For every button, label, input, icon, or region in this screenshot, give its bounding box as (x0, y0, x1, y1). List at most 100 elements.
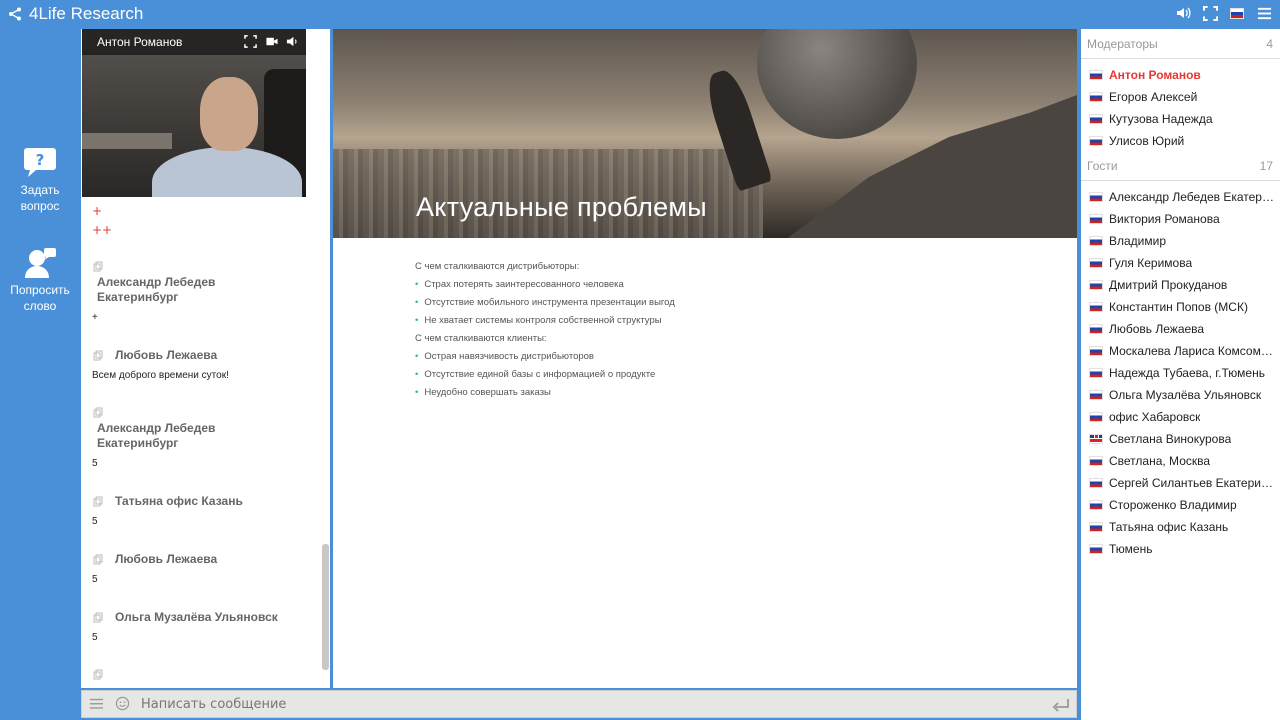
request-speech-label: Попросить слово (10, 283, 70, 313)
participant-item[interactable]: Кутузова Надежда (1089, 112, 1275, 126)
video-fullscreen-icon[interactable] (244, 35, 258, 49)
top-bar: 4Life Research (0, 0, 1280, 28)
presentation-slide: Актуальные проблемы С чем сталкиваются д… (333, 29, 1077, 688)
flag-ru-icon (1089, 544, 1103, 554)
volume-icon[interactable] (1175, 5, 1191, 21)
slide-title: Актуальные проблемы (416, 192, 708, 222)
send-enter-icon[interactable] (1052, 697, 1070, 713)
question-bubble-icon: ? (24, 148, 56, 177)
participant-item[interactable]: Гуля Керимова (1089, 256, 1275, 270)
message-composer (81, 690, 1077, 718)
guests-count: 17 (1259, 159, 1273, 173)
copy-icon[interactable] (93, 554, 104, 565)
speaker-person-icon (25, 248, 56, 278)
flag-ru-icon (1089, 280, 1103, 290)
participant-item[interactable]: Константин Попов (МСК) (1089, 300, 1275, 314)
flag-ru-icon (1089, 500, 1103, 510)
participant-item[interactable]: Александр Лебедев Екатеринбург (1089, 190, 1275, 204)
chat-message-text: 5 (92, 574, 98, 585)
language-flag-icon[interactable] (1229, 5, 1245, 21)
flag-ru-icon (1089, 258, 1103, 268)
flag-gb-icon (1089, 434, 1103, 444)
chat-message-author: Любовь Лежаева (115, 348, 218, 362)
flag-ru-icon (1089, 92, 1103, 102)
participant-item[interactable]: Улисов Юрий (1089, 134, 1275, 148)
speaker-icon[interactable] (286, 35, 300, 49)
participant-item[interactable]: Надежда Тубаева, г.Тюмень (1089, 366, 1275, 380)
chat-message-author: Ольга Музалёва Ульяновск (115, 610, 278, 624)
ask-question-label: Задать вопрос (20, 183, 60, 213)
participant-item[interactable]: Москалева Лариса Комсомольск (1089, 344, 1275, 358)
slide-heading: С чем сталкиваются клиенты: (415, 333, 547, 344)
ask-question-button[interactable]: ? Задать вопрос (0, 146, 80, 214)
flag-ru-icon (1089, 478, 1103, 488)
flag-ru-icon (1089, 522, 1103, 532)
participant-item[interactable]: Любовь Лежаева (1089, 322, 1275, 336)
copy-icon[interactable] (93, 407, 104, 418)
flag-ru-icon (1089, 456, 1103, 466)
participant-item[interactable]: офис Хабаровск (1089, 410, 1275, 424)
participant-item[interactable]: Дмитрий Прокуданов (1089, 278, 1275, 292)
chat-message-author: Александр Лебедев Екатеринбург (97, 421, 216, 450)
chat-message-author: Любовь Лежаева (115, 552, 218, 566)
svg-text:?: ? (36, 151, 45, 169)
copy-icon[interactable] (93, 612, 104, 623)
flag-ru-icon (1089, 214, 1103, 224)
slide-bullet: • Не хватает системы контроля собственной… (415, 315, 662, 326)
participant-item[interactable]: Сергей Силантьев Екатеринбург (1089, 476, 1275, 490)
camera-icon[interactable] (265, 35, 279, 49)
copy-icon[interactable] (93, 350, 104, 361)
chat-scrollbar[interactable] (322, 544, 329, 670)
participant-item[interactable]: Егоров Алексей (1089, 90, 1275, 104)
copy-icon[interactable] (93, 496, 104, 507)
copy-icon[interactable] (93, 261, 104, 272)
chat-message-text: Всем доброго времени суток! (92, 370, 229, 381)
message-input[interactable] (141, 696, 1021, 712)
chat-message-text: 5 (92, 458, 98, 469)
participant-item[interactable]: Владимир (1089, 234, 1275, 248)
participant-item[interactable]: Тюмень (1089, 542, 1275, 556)
flag-ru-icon (1089, 390, 1103, 400)
chat-message: ++ (92, 223, 113, 237)
copy-icon[interactable] (93, 669, 104, 680)
flag-ru-icon (1089, 136, 1103, 146)
chat-panel: Антон Романов + ++ Александр Лебедев Екат… (81, 29, 330, 688)
menu-icon[interactable] (1256, 5, 1272, 21)
chat-message-text: + (92, 312, 98, 323)
participant-item[interactable]: Татьяна офис Казань (1089, 520, 1275, 534)
slide-bullet: • Страх потерять заинтересованного челове… (415, 279, 624, 290)
participant-item[interactable]: Светлана Винокурова (1089, 432, 1275, 446)
slide-bullet: • Острая навязчивость дистрибьюторов (415, 351, 594, 362)
moderators-header: Модераторы 4 (1087, 37, 1273, 51)
participant-item[interactable]: Стороженко Владимир (1089, 498, 1275, 512)
flag-ru-icon (1089, 114, 1103, 124)
chat-message-text: 5 (92, 516, 98, 527)
video-presenter-name: Антон Романов (97, 35, 183, 49)
flag-ru-icon (1089, 324, 1103, 334)
participants-panel: Модераторы 4 Антон Романов Егоров Алексей… (1081, 29, 1280, 720)
participant-item[interactable]: Антон Романов (1089, 68, 1275, 82)
chat-message-author: Татьяна офис Казань (115, 494, 243, 508)
emoji-icon[interactable] (115, 696, 131, 712)
share-icon[interactable] (8, 7, 22, 21)
slide-bullet: • Неудобно совершать заказы (415, 387, 551, 398)
presenter-video[interactable]: Антон Романов (82, 29, 306, 197)
flag-ru-icon (1089, 368, 1103, 378)
participant-item[interactable]: Ольга Музалёва Ульяновск (1089, 388, 1275, 402)
request-speech-button[interactable]: Попросить слово (0, 246, 80, 314)
menu-icon[interactable] (89, 696, 105, 712)
chat-message-text: 5 (92, 632, 98, 643)
slide-heading: С чем сталкиваются дистрибьюторы: (415, 261, 580, 272)
guests-header: Гости 17 (1087, 159, 1273, 173)
flag-ru-icon (1089, 70, 1103, 80)
flag-ru-icon (1089, 302, 1103, 312)
video-title-bar: Антон Романов (82, 29, 306, 55)
chat-message-author: Александр Лебедев Екатеринбург (97, 275, 216, 304)
flag-ru-icon (1089, 346, 1103, 356)
flag-ru-icon (1089, 192, 1103, 202)
flag-ru-icon (1089, 412, 1103, 422)
chat-message: + (92, 204, 103, 218)
participant-item[interactable]: Светлана, Москва (1089, 454, 1275, 468)
participant-item[interactable]: Виктория Романова (1089, 212, 1275, 226)
fullscreen-icon[interactable] (1202, 5, 1218, 21)
